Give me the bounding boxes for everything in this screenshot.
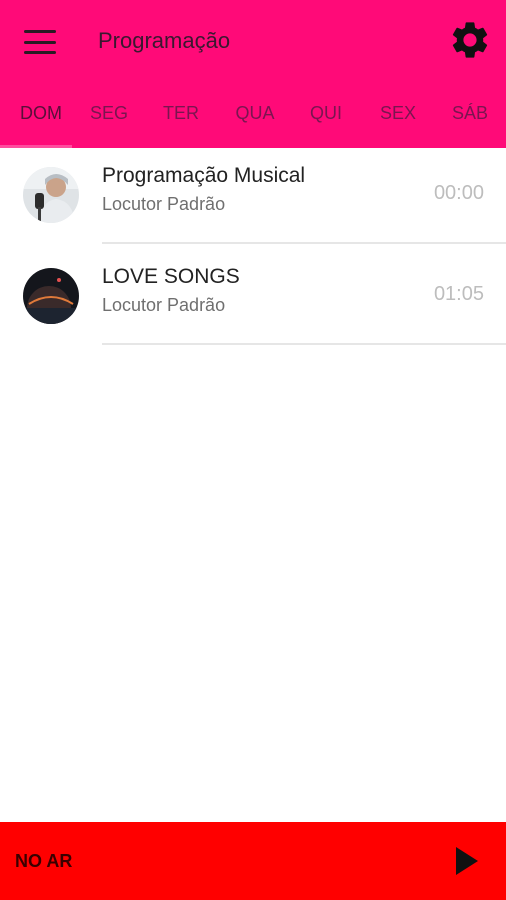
schedule-item[interactable]: LOVE SONGS Locutor Padrão 01:05 xyxy=(0,245,506,345)
menu-button[interactable] xyxy=(18,26,62,58)
program-time: 00:00 xyxy=(433,182,484,204)
day-tabs: DOM SEG TER QUA QUI SEX SÁB xyxy=(0,94,506,148)
program-avatar xyxy=(23,167,79,223)
schedule-item[interactable]: Programação Musical Locutor Padrão 00:00 xyxy=(0,144,506,244)
gear-icon xyxy=(452,22,488,58)
tab-seg[interactable]: SEG xyxy=(72,94,146,148)
program-avatar xyxy=(23,268,79,324)
program-time: 01:05 xyxy=(433,283,484,305)
tab-qua[interactable]: QUA xyxy=(218,94,292,148)
program-host: Locutor Padrão xyxy=(102,295,226,315)
hamburger-menu-icon xyxy=(24,30,56,33)
play-button[interactable] xyxy=(452,844,482,878)
player-bar: NO AR xyxy=(0,822,506,900)
settings-button[interactable] xyxy=(448,18,492,62)
divider xyxy=(102,343,506,345)
live-status: NO AR xyxy=(15,851,73,871)
program-title: Programação Musical xyxy=(102,164,306,187)
tab-sex[interactable]: SEX xyxy=(361,94,435,148)
tab-dom[interactable]: DOM xyxy=(0,94,82,148)
divider xyxy=(102,242,506,244)
tab-ter[interactable]: TER xyxy=(144,94,218,148)
app-bar: Programação DOM SEG TER QUA QUI SEX SÁB xyxy=(0,0,506,148)
tab-sab[interactable]: SÁB xyxy=(433,94,506,148)
program-host: Locutor Padrão xyxy=(102,194,226,214)
program-title: LOVE SONGS xyxy=(102,265,240,288)
tab-qui[interactable]: QUI xyxy=(289,94,363,148)
page-title: Programação xyxy=(98,28,231,53)
play-icon xyxy=(456,847,478,875)
